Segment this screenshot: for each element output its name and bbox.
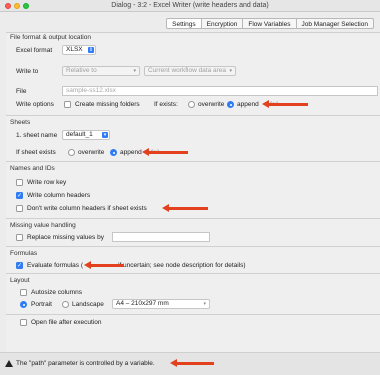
location-select[interactable]: Current workflow data area ▾ (144, 66, 236, 76)
evaluate-formulas-hint: if uncertain; see node description for d… (118, 262, 246, 269)
chevron-down-icon: ▾ (203, 301, 206, 307)
tab-encryption[interactable]: Encryption (201, 18, 244, 29)
paper-size-select[interactable]: A4 – 210x297 mm ▾ (112, 299, 210, 309)
tab-bar: Settings Encryption Flow Variables Job M… (166, 18, 374, 29)
create-missing-folders-checkbox[interactable] (64, 101, 71, 108)
autosize-columns-checkbox[interactable] (20, 289, 27, 296)
paper-size-value: A4 – 210x297 mm (116, 300, 169, 307)
chevron-down-icon: ▾ (102, 132, 108, 138)
skip-headers-if-exists-label: Don't write column headers if sheet exis… (27, 205, 147, 212)
autosize-columns-label: Autosize columns (31, 289, 82, 296)
settings-panel: File format & output location Excel form… (6, 32, 380, 352)
excel-format-value: XLSX (66, 46, 83, 53)
sheet-name-value: default_1 (66, 131, 93, 138)
annotation-arrow-icon (142, 148, 188, 156)
write-options-label: Write options (16, 101, 54, 108)
title-bar: Dialog - 3:2 - Excel Writer (write heade… (0, 0, 380, 12)
divider (6, 314, 380, 315)
section-file-title: File format & output location (10, 34, 91, 41)
chevron-updown-icon: ⇕ (88, 47, 94, 53)
skip-headers-if-exists-checkbox[interactable] (16, 205, 23, 212)
file-append-radio[interactable] (227, 101, 234, 108)
if-sheet-exists-label: If sheet exists (16, 149, 56, 156)
divider (6, 218, 380, 219)
write-to-value: Relative to (66, 67, 97, 74)
write-to-label: Write to (16, 68, 39, 75)
write-column-headers-label: Write column headers (27, 192, 91, 199)
chevron-down-icon: ▾ (229, 68, 232, 74)
write-to-select[interactable]: Relative to ▾ (62, 66, 140, 76)
write-row-key-checkbox[interactable] (16, 179, 23, 186)
sheet-overwrite-radio[interactable] (68, 149, 75, 156)
create-missing-folders-label: Create missing folders (75, 101, 140, 108)
sheet-name-label: 1. sheet name (16, 132, 58, 139)
section-names-title: Names and IDs (10, 165, 55, 172)
open-file-label: Open file after execution (31, 319, 102, 326)
sheet-append-label: append (120, 149, 142, 156)
landscape-label: Landscape (72, 301, 104, 308)
file-overwrite-radio[interactable] (188, 101, 195, 108)
divider (6, 246, 380, 247)
sheet-append-radio[interactable] (110, 149, 117, 156)
divider (6, 273, 380, 274)
divider (6, 115, 380, 116)
replace-missing-input[interactable] (112, 232, 210, 242)
file-overwrite-label: overwrite (198, 101, 225, 108)
portrait-label: Portrait (31, 301, 52, 308)
annotation-arrow-icon (262, 100, 308, 108)
annotation-arrow-icon (162, 204, 208, 212)
evaluate-formulas-checkbox[interactable]: ✓ (16, 262, 23, 269)
write-row-key-label: Write row key (27, 179, 67, 186)
replace-missing-checkbox[interactable] (16, 234, 23, 241)
file-path-input[interactable]: sample-ss12.xlsx (62, 86, 378, 96)
landscape-radio[interactable] (62, 301, 69, 308)
tab-flow-variables[interactable]: Flow Variables (243, 18, 297, 29)
annotation-arrow-icon (170, 359, 214, 367)
portrait-radio[interactable] (20, 301, 27, 308)
excel-format-label: Excel format (16, 47, 53, 54)
excel-format-select[interactable]: XLSX ⇕ (62, 45, 96, 55)
chevron-down-icon: ▾ (133, 68, 136, 74)
warning-icon (5, 360, 13, 367)
if-exists-label: If exists: (154, 101, 178, 108)
section-layout-title: Layout (10, 277, 30, 284)
section-missing-title: Missing value handling (10, 222, 76, 229)
open-file-checkbox[interactable] (20, 319, 27, 326)
section-sheets-title: Sheets (10, 119, 31, 126)
location-value: Current workflow data area (148, 67, 227, 74)
status-bar: The "path" parameter is controlled by a … (0, 352, 380, 375)
sheet-overwrite-label: overwrite (78, 149, 105, 156)
divider (6, 161, 380, 162)
evaluate-formulas-label: Evaluate formulas ( (27, 262, 83, 269)
file-label: File (16, 88, 27, 95)
section-formulas-title: Formulas (10, 250, 38, 257)
file-append-label: append (237, 101, 259, 108)
write-column-headers-checkbox[interactable]: ✓ (16, 192, 23, 199)
sheet-name-select[interactable]: default_1 ▾ (62, 130, 110, 140)
status-message: The "path" parameter is controlled by a … (16, 360, 155, 367)
window-title: Dialog - 3:2 - Excel Writer (write heade… (111, 2, 269, 9)
tab-job-manager-selection[interactable]: Job Manager Selection (296, 18, 374, 29)
annotation-arrow-icon (84, 261, 124, 269)
tab-settings[interactable]: Settings (166, 18, 202, 29)
replace-missing-label: Replace missing values by (27, 234, 104, 241)
